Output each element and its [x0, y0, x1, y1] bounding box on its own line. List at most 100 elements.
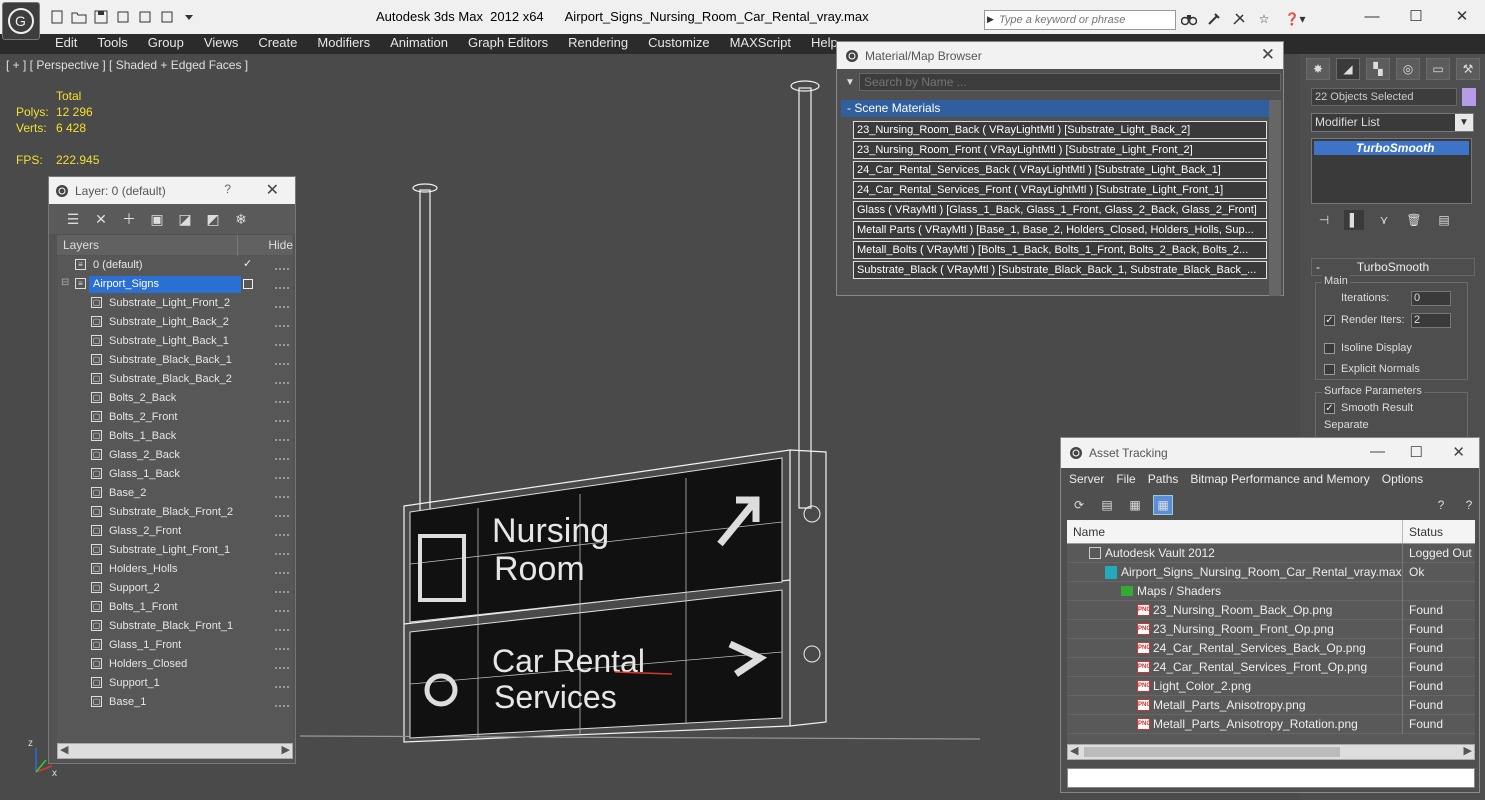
layer-row[interactable]: ▢ Bolts_1_Front	[57, 598, 293, 617]
close-button[interactable]: ✕	[1440, 5, 1484, 27]
rollout-collapse-icon[interactable]: -	[1316, 259, 1320, 275]
layer-name[interactable]: Bolts_1_Back	[105, 428, 180, 445]
hide-toggle[interactable]	[275, 546, 289, 555]
utilities-tab-icon[interactable]: ⚒	[1456, 58, 1480, 80]
menu-modifiers[interactable]: Modifiers	[307, 34, 380, 54]
asset-row[interactable]: PNG 24_Car_Rental_Services_Back_Op.png Fou…	[1067, 638, 1475, 658]
layer-name[interactable]: Holders_Holls	[105, 561, 181, 578]
layers-column-header[interactable]: Layers	[57, 234, 239, 256]
make-unique-icon[interactable]: ⋎	[1374, 210, 1394, 230]
selection-name-field[interactable]: 22 Objects Selected	[1311, 88, 1457, 106]
hide-toggle[interactable]	[275, 432, 289, 441]
render-iters-spinner[interactable]: 2	[1411, 313, 1451, 328]
pin-stack-icon[interactable]: ⊣	[1314, 210, 1334, 230]
layer-row[interactable]: ▢ Glass_1_Back	[57, 465, 293, 484]
hide-toggle[interactable]	[275, 375, 289, 384]
layer-row[interactable]: ▢ Bolts_2_Back	[57, 389, 293, 408]
hide-toggle[interactable]	[275, 641, 289, 650]
asset-close-button[interactable]: ✕	[1452, 443, 1465, 461]
freeze-all-layers-icon[interactable]: ❄	[231, 209, 251, 229]
subscription-icon[interactable]	[1205, 10, 1223, 28]
layer-row[interactable]: ▢ Substrate_Light_Back_2	[57, 313, 293, 332]
configure-sets-icon[interactable]: ▤	[1434, 210, 1454, 230]
hide-toggle[interactable]	[275, 318, 289, 327]
add-to-layer-icon[interactable]: ＋	[119, 209, 139, 229]
asset-row[interactable]: Autodesk Vault 2012 Logged Out	[1067, 543, 1475, 563]
browser-options-dropdown-icon[interactable]: ▼	[841, 77, 859, 88]
layer-name[interactable]: Substrate_Light_Back_2	[105, 314, 233, 331]
layer-name[interactable]: Glass_1_Front	[105, 637, 185, 654]
layer-name[interactable]: Glass_2_Back	[105, 447, 184, 464]
hide-toggle[interactable]	[275, 698, 289, 707]
layer-row[interactable]: ▢ Substrate_Black_Front_2	[57, 503, 293, 522]
minimize-button[interactable]: —	[1350, 5, 1394, 27]
menu-animation[interactable]: Animation	[380, 34, 458, 54]
create-layer-icon[interactable]: ☰	[63, 209, 83, 229]
layer-name[interactable]: Substrate_Light_Back_1	[105, 333, 233, 350]
asset-row[interactable]: PNG Light_Color_2.png Found	[1067, 676, 1475, 696]
layer-row[interactable]: ▢ Base_1	[57, 693, 293, 712]
maximize-button[interactable]: ☐	[1394, 5, 1438, 27]
help-icon[interactable]: ❓▾	[1280, 10, 1310, 28]
isoline-display-checkbox[interactable]	[1324, 343, 1335, 354]
hide-toggle[interactable]	[275, 660, 289, 669]
highlight-layer-icon[interactable]: ◪	[175, 209, 195, 229]
menu-tools[interactable]: Tools	[87, 34, 137, 54]
name-column-header[interactable]: Name	[1067, 520, 1403, 543]
detail-view-icon[interactable]: ▦	[1125, 495, 1145, 515]
layer-row[interactable]: ▢ Substrate_Black_Back_2	[57, 370, 293, 389]
layer-name[interactable]: Base_2	[105, 485, 150, 502]
layer-row[interactable]: ≡ ⊟ Airport_Signs	[57, 275, 293, 294]
asset-row[interactable]: PNG Metall_Parts_Anisotropy.png Found	[1067, 695, 1475, 715]
asset-menu-bitmap-performance[interactable]: Bitmap Performance and Memory	[1190, 472, 1369, 486]
hierarchy-tab-icon[interactable]: ▚	[1366, 58, 1390, 80]
menu-group[interactable]: Group	[138, 34, 194, 54]
scene-materials-group[interactable]: - Scene Materials	[841, 100, 1269, 117]
current-layer-box-icon[interactable]	[243, 279, 253, 289]
layer-name[interactable]: Substrate_Black_Front_2	[105, 504, 237, 521]
iterations-spinner[interactable]: 0	[1411, 291, 1451, 306]
layer-row[interactable]: ▢ Support_2	[57, 579, 293, 598]
layer-window-titlebar[interactable]: Layer: 0 (default) ? ✕	[49, 177, 295, 204]
undo-icon[interactable]	[114, 9, 132, 25]
menu-customize[interactable]: Customize	[638, 34, 719, 54]
material-item[interactable]: 23_Nursing_Room_Back ( VRayLightMtl ) [S…	[853, 121, 1267, 139]
layer-row[interactable]: ▢ Holders_Closed	[57, 655, 293, 674]
refresh-icon[interactable]: ⟳	[1069, 495, 1089, 515]
layer-row[interactable]: ▢ Substrate_Black_Front_1	[57, 617, 293, 636]
explicit-normals-checkbox[interactable]	[1324, 364, 1335, 375]
menu-views[interactable]: Views	[194, 34, 248, 54]
binoculars-icon[interactable]	[1180, 10, 1198, 28]
help-context-icon[interactable]: ?	[1459, 495, 1479, 515]
asset-row[interactable]: Maps / Shaders	[1067, 581, 1475, 601]
modify-tab-icon[interactable]: ◢	[1336, 58, 1360, 80]
hide-toggle[interactable]	[275, 394, 289, 403]
hide-toggle[interactable]	[275, 356, 289, 365]
hide-toggle[interactable]	[275, 280, 289, 289]
layer-row[interactable]: ▢ Substrate_Black_Back_1	[57, 351, 293, 370]
layer-row[interactable]: ▢ Holders_Holls	[57, 560, 293, 579]
delete-layer-icon[interactable]: ✕	[91, 209, 111, 229]
select-in-layer-icon[interactable]: ▣	[147, 209, 167, 229]
layer-name[interactable]: Bolts_1_Front	[105, 599, 181, 616]
material-browser-close-button[interactable]: ✕	[1261, 45, 1275, 65]
new-file-icon[interactable]	[48, 9, 66, 25]
asset-minimize-button[interactable]: —	[1370, 443, 1385, 460]
asset-menu-server[interactable]: Server	[1069, 472, 1104, 486]
hide-toggle[interactable]	[275, 508, 289, 517]
communication-icon[interactable]	[1230, 10, 1248, 28]
layer-name[interactable]: Substrate_Light_Front_2	[105, 295, 234, 312]
layer-row[interactable]: ▢ Bolts_2_Front	[57, 408, 293, 427]
chevron-down-icon[interactable]: ▼	[1455, 114, 1473, 131]
hide-all-layers-icon[interactable]: ◩	[203, 209, 223, 229]
table-view-icon[interactable]: ▦	[1153, 495, 1173, 515]
layer-row[interactable]: ▢ Substrate_Light_Front_2	[57, 294, 293, 313]
open-folder-icon[interactable]	[70, 9, 88, 25]
material-item[interactable]: Metall_Bolts ( VRayMtl ) [Bolts_1_Back, …	[853, 241, 1267, 259]
save-icon[interactable]	[92, 9, 110, 25]
layer-name[interactable]: Bolts_2_Back	[105, 390, 180, 407]
search-arrow-icon[interactable]: ▶	[987, 14, 994, 25]
object-color-swatch[interactable]	[1462, 88, 1476, 106]
layer-row[interactable]: ▢ Glass_1_Front	[57, 636, 293, 655]
layer-name[interactable]: Glass_2_Front	[105, 523, 185, 540]
